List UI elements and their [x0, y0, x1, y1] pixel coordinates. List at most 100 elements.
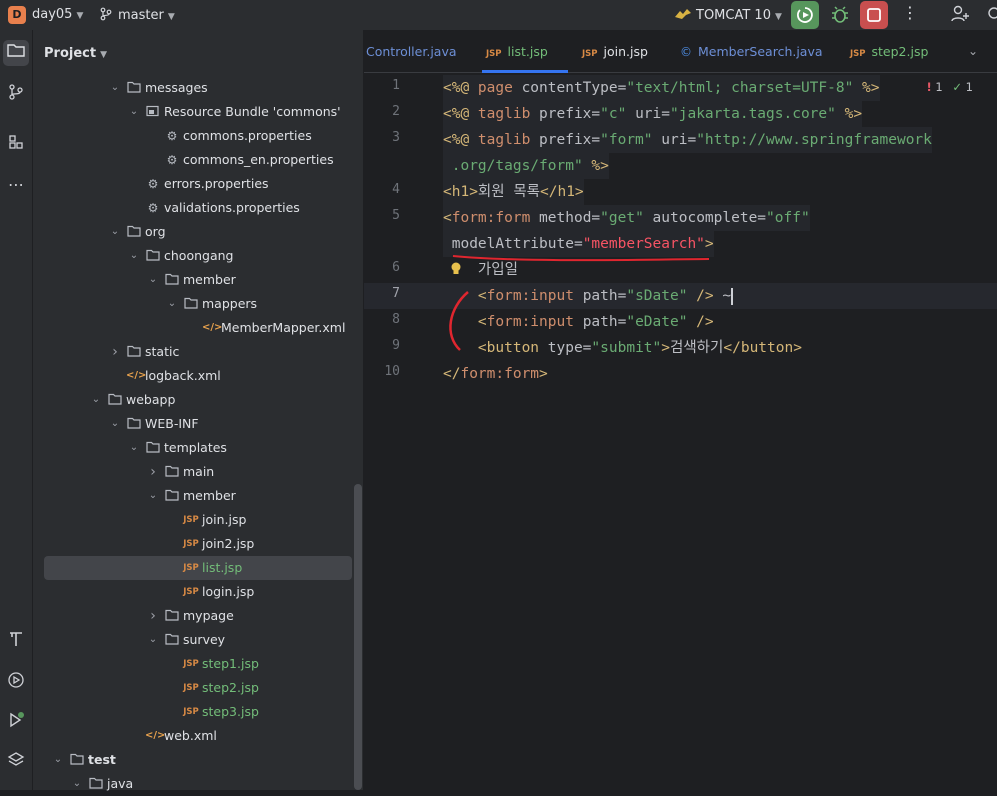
- rerun-button[interactable]: [791, 1, 819, 29]
- jsp-file-icon: JSP: [183, 659, 199, 669]
- folder-icon[interactable]: [3, 40, 29, 66]
- tree-row[interactable]: ⌄ Resource Bundle 'commons': [33, 100, 363, 124]
- red-underline-annotation: [449, 255, 710, 351]
- chevron-down-icon[interactable]: ⌄: [109, 76, 121, 100]
- chevron-down-icon[interactable]: ⌄: [147, 268, 159, 292]
- tree-row[interactable]: ⌄ templates: [33, 436, 363, 460]
- tree-row[interactable]: › main: [33, 460, 363, 484]
- structure-icon[interactable]: [3, 132, 29, 158]
- jsp-file-icon: JSP: [183, 587, 199, 597]
- branch-switcher[interactable]: master ▼: [99, 7, 175, 23]
- debug-button[interactable]: [826, 1, 854, 29]
- tree-row[interactable]: ⌄ test: [33, 748, 363, 772]
- search-icon[interactable]: [985, 4, 997, 28]
- tree-row[interactable]: ⌄ WEB-INF: [33, 412, 363, 436]
- chevron-right-icon[interactable]: ›: [109, 340, 121, 364]
- xml-file-icon: </>: [202, 322, 223, 333]
- gear-icon: ⚙: [166, 153, 178, 167]
- tree-row[interactable]: </> logback.xml: [33, 364, 363, 388]
- folder-icon: [145, 244, 161, 268]
- gear-icon: ⚙: [166, 129, 178, 143]
- tree-row[interactable]: JSP join2.jsp: [33, 532, 363, 556]
- tomcat-icon: [675, 9, 691, 19]
- services-icon[interactable]: [3, 671, 29, 697]
- folder-icon: [107, 388, 123, 412]
- tree-item-label: webapp: [126, 392, 176, 407]
- tree-item-label: step2.jsp: [202, 680, 259, 695]
- project-badge[interactable]: D: [8, 6, 26, 24]
- tree-row[interactable]: JSP join.jsp: [33, 508, 363, 532]
- chevron-down-icon[interactable]: ⌄: [109, 220, 121, 244]
- tree-row[interactable]: </> MemberMapper.xml: [33, 316, 363, 340]
- tree-row[interactable]: ⚙ validations.properties: [33, 196, 363, 220]
- build-icon[interactable]: [3, 630, 29, 656]
- run-config-selector[interactable]: TOMCAT 10 ▼: [674, 7, 782, 23]
- xml-file-icon: </>: [126, 370, 147, 381]
- tree-item-label: test: [88, 752, 116, 767]
- chevron-down-icon[interactable]: ⌄: [166, 292, 178, 316]
- tree-row[interactable]: › mypage: [33, 604, 363, 628]
- chevron-down-icon[interactable]: ⌄: [128, 244, 140, 268]
- chevron-down-icon[interactable]: ⌄: [128, 436, 140, 460]
- tree-row[interactable]: ⌄ survey: [33, 628, 363, 652]
- tree-row[interactable]: JSP step1.jsp: [33, 652, 363, 676]
- tree-item-label: step3.jsp: [202, 704, 259, 719]
- tree-row[interactable]: ⌄ choongang: [33, 244, 363, 268]
- tree-row[interactable]: ⌄ member: [33, 484, 363, 508]
- tree-item-label: static: [145, 344, 180, 359]
- git-branch-icon[interactable]: [3, 82, 29, 108]
- chevron-down-icon[interactable]: ⌄: [128, 100, 140, 124]
- tree-row[interactable]: ⌄ org: [33, 220, 363, 244]
- chevron-down-icon[interactable]: ⌄: [71, 772, 83, 796]
- layers-icon[interactable]: [3, 751, 29, 777]
- title-bar: D day05 ▼ master ▼ TOMCAT 10 ▼ ⋮: [0, 0, 997, 31]
- folder-icon: [164, 628, 180, 652]
- tree-row[interactable]: </> web.xml: [33, 724, 363, 748]
- run-icon[interactable]: [3, 711, 29, 737]
- tree-row[interactable]: ⌄ mappers: [33, 292, 363, 316]
- jsp-file-icon: JSP: [183, 539, 199, 549]
- tree-row[interactable]: ⌄ member: [33, 268, 363, 292]
- chevron-down-icon: ▼: [167, 12, 175, 22]
- tree-row[interactable]: ⌄ messages: [33, 76, 363, 100]
- folder-icon: [145, 436, 161, 460]
- tool-window-strip: ⋯: [0, 30, 33, 790]
- tree-row[interactable]: JSP list.jsp: [33, 556, 363, 580]
- tree-row[interactable]: JSP login.jsp: [33, 580, 363, 604]
- project-panel-header[interactable]: Project ▼: [44, 46, 107, 61]
- tree-row[interactable]: ⌄ webapp: [33, 388, 363, 412]
- stop-button[interactable]: [860, 1, 888, 29]
- xml-file-icon: </>: [145, 730, 166, 741]
- chevron-down-icon[interactable]: ⌄: [109, 412, 121, 436]
- gear-icon: ⚙: [147, 201, 159, 215]
- tree-row[interactable]: JSP step2.jsp: [33, 676, 363, 700]
- tree-item-label: join.jsp: [202, 512, 247, 527]
- chevron-right-icon[interactable]: ›: [147, 604, 159, 628]
- tree-item-label: mappers: [202, 296, 258, 311]
- tree-row[interactable]: ⚙ commons_en.properties: [33, 148, 363, 172]
- folder-icon: [183, 292, 199, 316]
- more-icon[interactable]: ⋯: [3, 172, 29, 198]
- tree-item-label: errors.properties: [164, 176, 269, 191]
- project-switcher[interactable]: day05 ▼: [32, 7, 83, 22]
- chevron-down-icon[interactable]: ⌄: [52, 748, 64, 772]
- more-actions-icon[interactable]: ⋮: [902, 3, 918, 22]
- stop-icon: [867, 8, 881, 22]
- tree-row[interactable]: ⚙ commons.properties: [33, 124, 363, 148]
- rerun-icon: [797, 7, 813, 23]
- editor-area: Controller.java JSP list.jsp JSP join.jsp …: [364, 30, 997, 790]
- tree-row[interactable]: ⌄ java: [33, 772, 363, 796]
- tree-item-label: web.xml: [164, 728, 217, 743]
- tree-item-label: templates: [164, 440, 227, 455]
- add-user-icon[interactable]: [950, 4, 970, 28]
- chevron-right-icon[interactable]: ›: [147, 460, 159, 484]
- tree-row[interactable]: JSP step3.jsp: [33, 700, 363, 724]
- chevron-down-icon[interactable]: ⌄: [90, 388, 102, 412]
- git-branch-icon: [100, 7, 112, 21]
- chevron-down-icon[interactable]: ⌄: [147, 628, 159, 652]
- chevron-down-icon[interactable]: ⌄: [147, 484, 159, 508]
- tree-row[interactable]: ⚙ errors.properties: [33, 172, 363, 196]
- tree-item-label: Resource Bundle 'commons': [164, 104, 341, 119]
- tree-row[interactable]: › static: [33, 340, 363, 364]
- project-scrollbar[interactable]: [354, 484, 362, 790]
